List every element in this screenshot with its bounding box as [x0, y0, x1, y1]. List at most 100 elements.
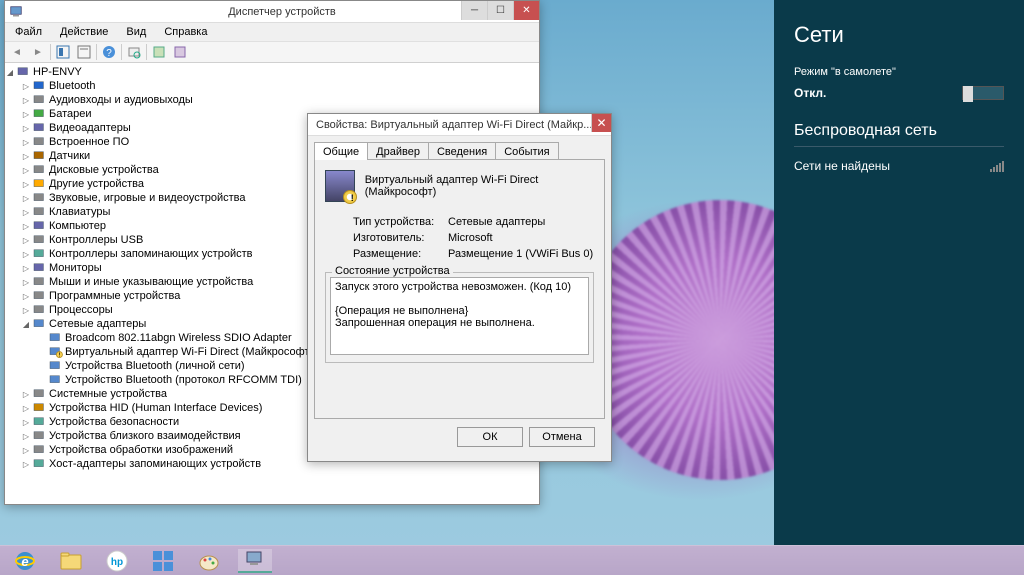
- expand-arrow[interactable]: ▷: [21, 278, 31, 287]
- tree-item-label: Устройства HID (Human Interface Devices): [49, 402, 262, 414]
- taskbar-devmgr-icon[interactable]: [238, 549, 272, 573]
- menu-view[interactable]: Вид: [120, 25, 152, 39]
- properties-titlebar[interactable]: Свойства: Виртуальный адаптер Wi-Fi Dire…: [308, 114, 611, 136]
- taskbar-explorer-icon[interactable]: [54, 549, 88, 573]
- taskbar-ie-icon[interactable]: e: [8, 549, 42, 573]
- expand-arrow[interactable]: ▷: [21, 418, 31, 427]
- nav-forward-button[interactable]: ►: [28, 43, 48, 61]
- tree-item-label: Компьютер: [49, 220, 106, 232]
- tab-details[interactable]: Сведения: [428, 142, 496, 160]
- networks-heading: Сети: [794, 22, 1004, 48]
- device-type-label: Тип устройства:: [353, 216, 448, 228]
- close-button[interactable]: ✕: [513, 1, 539, 20]
- system-icon: [33, 388, 47, 400]
- expand-arrow[interactable]: ▷: [21, 236, 31, 245]
- tree-root[interactable]: ◢HP-ENVY: [5, 65, 539, 79]
- net-icon: [49, 360, 63, 372]
- tree-item-label: Мониторы: [49, 262, 102, 274]
- tree-item-label: Батареи: [49, 108, 92, 120]
- toolbar-btn-4[interactable]: [170, 43, 190, 61]
- ok-button[interactable]: ОК: [457, 427, 523, 447]
- taskbar-paint-icon[interactable]: [192, 549, 226, 573]
- taskbar-hp-icon[interactable]: hp: [100, 549, 134, 573]
- security-icon: [33, 416, 47, 428]
- expand-arrow[interactable]: ▷: [21, 208, 31, 217]
- networks-charm: Сети Режим "в самолете" Откл. Беспроводн…: [774, 0, 1024, 545]
- tree-item[interactable]: ▷Bluetooth: [5, 79, 539, 93]
- menubar: Файл Действие Вид Справка: [5, 23, 539, 41]
- maximize-button[interactable]: ☐: [487, 1, 513, 20]
- toolbar-help-button[interactable]: ?: [99, 43, 119, 61]
- properties-close-button[interactable]: ✕: [591, 114, 611, 132]
- computer-icon: [33, 220, 47, 232]
- expand-arrow[interactable]: ▷: [21, 82, 31, 91]
- battery-icon: [33, 108, 47, 120]
- expand-arrow[interactable]: ▷: [21, 390, 31, 399]
- toolbar-btn-1[interactable]: [53, 43, 73, 61]
- tree-item-label: Сетевые адаптеры: [49, 318, 146, 330]
- expand-arrow[interactable]: ▷: [21, 138, 31, 147]
- location-value: Размещение 1 (VWiFi Bus 0): [448, 248, 593, 260]
- soft-icon: [33, 290, 47, 302]
- taskbar-app-icon[interactable]: [146, 549, 180, 573]
- nav-back-button[interactable]: ◄: [7, 43, 27, 61]
- expand-arrow[interactable]: ▷: [21, 152, 31, 161]
- expand-arrow[interactable]: ◢: [5, 68, 15, 77]
- expand-arrow[interactable]: ▷: [21, 166, 31, 175]
- menu-action[interactable]: Действие: [54, 25, 114, 39]
- menu-help[interactable]: Справка: [158, 25, 213, 39]
- menu-file[interactable]: Файл: [9, 25, 48, 39]
- unknown-icon: [33, 178, 47, 190]
- minimize-button[interactable]: ─: [461, 1, 487, 20]
- expand-arrow[interactable]: ▷: [21, 222, 31, 231]
- expand-arrow[interactable]: ▷: [21, 264, 31, 273]
- tree-item-label: Хост-адаптеры запоминающих устройств: [49, 458, 261, 470]
- status-group-label: Состояние устройства: [332, 265, 453, 277]
- expand-arrow[interactable]: ▷: [21, 306, 31, 315]
- tree-item-label: Процессоры: [49, 304, 113, 316]
- tab-events[interactable]: События: [495, 142, 558, 160]
- chip-icon: [33, 136, 47, 148]
- no-networks-label: Сети не найдены: [794, 159, 890, 173]
- expand-arrow[interactable]: ▷: [21, 404, 31, 413]
- airplane-mode-toggle[interactable]: [962, 86, 1004, 100]
- expand-arrow[interactable]: ▷: [21, 460, 31, 469]
- tree-item-label: Виртуальный адаптер Wi-Fi Direct (Майкро…: [65, 346, 313, 358]
- expand-arrow[interactable]: ▷: [21, 180, 31, 189]
- device-status-text[interactable]: [330, 277, 589, 355]
- expand-arrow[interactable]: ◢: [21, 320, 31, 329]
- tree-item-label: Клавиатуры: [49, 206, 110, 218]
- expand-arrow[interactable]: ▷: [21, 292, 31, 301]
- expand-arrow[interactable]: ▷: [21, 432, 31, 441]
- tab-general[interactable]: Общие: [314, 142, 368, 160]
- tab-content-general: Виртуальный адаптер Wi-Fi Direct (Майкро…: [314, 159, 605, 419]
- taskbar[interactable]: e hp: [0, 545, 1024, 575]
- tree-item-label: Программные устройства: [49, 290, 180, 302]
- expand-arrow[interactable]: ▷: [21, 250, 31, 259]
- expand-arrow[interactable]: ▷: [21, 446, 31, 455]
- storage-icon: [33, 248, 47, 260]
- expand-arrow[interactable]: ▷: [21, 110, 31, 119]
- toolbar-btn-2[interactable]: [74, 43, 94, 61]
- svg-text:?: ?: [106, 48, 112, 59]
- host-icon: [33, 458, 47, 470]
- net-icon: [49, 332, 63, 344]
- expand-arrow[interactable]: ▷: [21, 124, 31, 133]
- device-name-label: Виртуальный адаптер Wi-Fi Direct (Майкро…: [365, 170, 594, 202]
- tree-item-label: Аудиовходы и аудиовыходы: [49, 94, 193, 106]
- expand-arrow[interactable]: ▷: [21, 194, 31, 203]
- tree-item-label: Мыши и иные указывающие устройства: [49, 276, 253, 288]
- toolbar-btn-3[interactable]: [149, 43, 169, 61]
- signal-icon: [990, 161, 1004, 172]
- hid-icon: [33, 402, 47, 414]
- device-manager-titlebar[interactable]: Диспетчер устройств ─ ☐ ✕: [5, 1, 539, 23]
- no-networks-row: Сети не найдены: [794, 159, 1004, 173]
- toolbar-scan-button[interactable]: [124, 43, 144, 61]
- net-icon: [33, 318, 47, 330]
- expand-arrow[interactable]: ▷: [21, 96, 31, 105]
- device-manager-icon: [9, 5, 23, 19]
- cancel-button[interactable]: Отмена: [529, 427, 595, 447]
- tab-driver[interactable]: Драйвер: [367, 142, 429, 160]
- tree-item[interactable]: ▷ Аудиовходы и аудиовыходы: [5, 93, 539, 107]
- airplane-mode-state: Откл.: [794, 86, 826, 100]
